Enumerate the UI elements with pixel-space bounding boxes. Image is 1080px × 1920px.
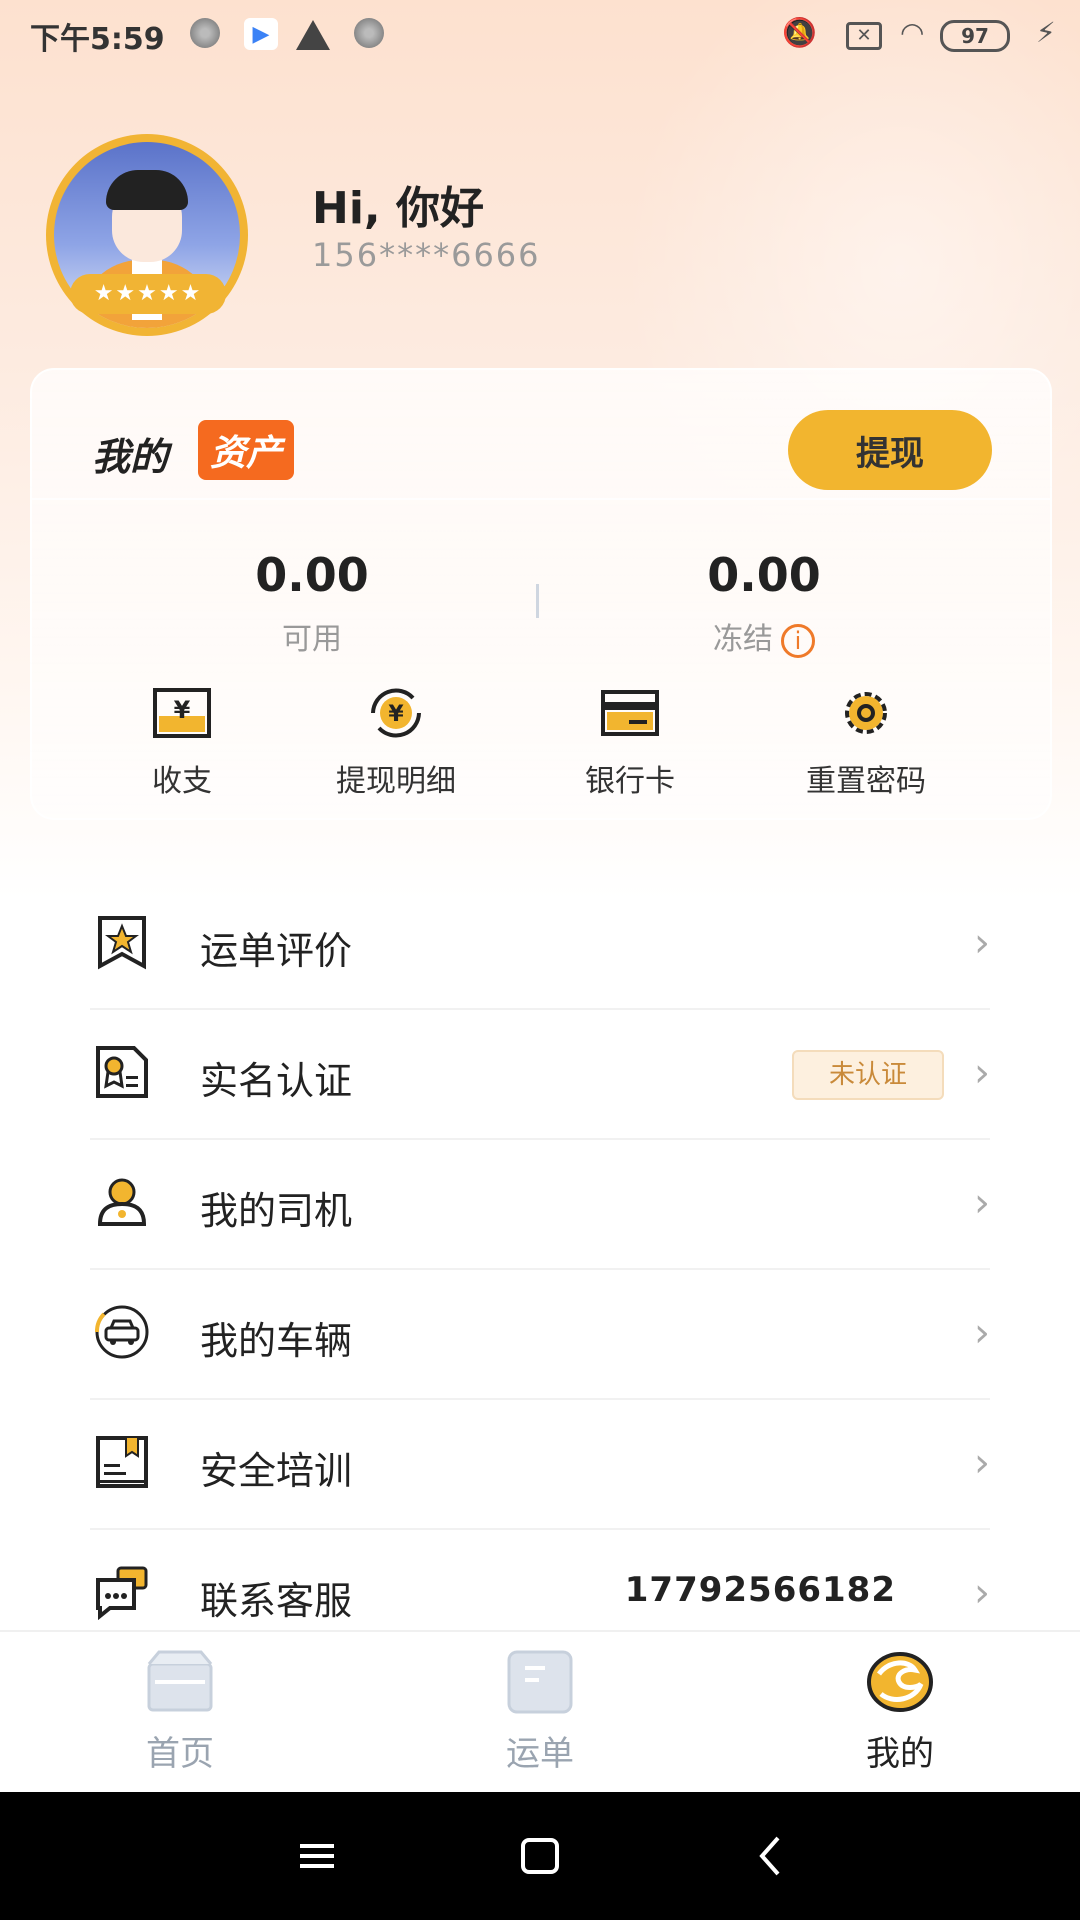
back-icon[interactable]	[752, 1828, 792, 1888]
play-store-icon: ▶	[244, 18, 278, 50]
gear-icon	[837, 688, 895, 738]
chat-icon	[94, 1564, 150, 1621]
asset-card: 我的 资产 提现 0.00 可用 0.00 冻结 i ¥ 收支 ¥ 提现明细 银行…	[30, 368, 1052, 820]
home-icon[interactable]	[520, 1828, 560, 1888]
menu-item-label: 我的司机	[200, 1189, 353, 1233]
quick-action-bank-card[interactable]: 银行卡	[530, 688, 730, 800]
service-phone[interactable]: 17792566182	[625, 1570, 896, 1610]
chevron-right-icon: ›	[974, 1050, 990, 1096]
greeting-text: Hi, 你好	[312, 183, 484, 234]
notification-dot-icon	[190, 18, 220, 48]
asset-title: 我的	[92, 435, 169, 479]
car-icon	[94, 1304, 150, 1360]
tab-mine[interactable]: 我的	[800, 1650, 1000, 1775]
quick-action-reset-password[interactable]: 重置密码	[766, 688, 966, 800]
wifi-icon: ◠	[900, 16, 925, 49]
chevron-right-icon: ›	[974, 1310, 990, 1356]
available-label: 可用	[282, 622, 342, 657]
document-icon	[505, 1650, 575, 1714]
tab-waybill[interactable]: 运单	[440, 1650, 640, 1775]
tab-home[interactable]: 首页	[80, 1650, 280, 1775]
menu-item-my-vehicles[interactable]: 我的车辆 ›	[90, 1270, 990, 1400]
withdraw-detail-icon: ¥	[367, 688, 425, 738]
menu-item-label: 联系客服	[200, 1579, 353, 1623]
chevron-right-icon: ›	[974, 920, 990, 966]
menu-item-label: 实名认证	[200, 1059, 353, 1103]
book-icon	[94, 1434, 150, 1490]
quick-action-label: 提现明细	[336, 764, 456, 799]
user-phone: 156****6666	[312, 236, 541, 274]
charging-icon: ⚡	[1036, 16, 1056, 49]
box-icon	[145, 1650, 215, 1714]
svg-text:¥: ¥	[174, 696, 191, 724]
income-expense-icon: ¥	[153, 688, 211, 738]
asset-title-badge: 资产	[198, 420, 295, 480]
available-amount: 0.00	[255, 548, 369, 602]
bottom-tab-bar: 首页 运单 我的	[0, 1630, 1080, 1794]
menu-icon[interactable]	[298, 1828, 338, 1888]
menu-item-real-name[interactable]: 实名认证 未认证 ›	[90, 1010, 990, 1140]
quick-action-withdraw-detail[interactable]: ¥ 提现明细	[296, 688, 496, 800]
chevron-right-icon: ›	[974, 1570, 990, 1616]
id-certificate-icon	[94, 1044, 150, 1100]
menu-item-label: 安全培训	[200, 1449, 353, 1493]
star-bookmark-icon	[94, 914, 150, 970]
withdraw-button[interactable]: 提现	[788, 410, 992, 490]
chevron-right-icon: ›	[974, 1180, 990, 1226]
battery-icon: 97	[940, 20, 1010, 52]
chevron-right-icon: ›	[974, 1440, 990, 1486]
system-nav-bar	[0, 1792, 1080, 1920]
menu-item-my-drivers[interactable]: 我的司机 ›	[90, 1140, 990, 1270]
frozen-amount: 0.00	[707, 548, 821, 602]
status-badge: 未认证	[792, 1050, 944, 1100]
quick-action-label: 银行卡	[585, 764, 675, 799]
settings-menu: 运单评价 › 实名认证 未认证 › 我的司机 › 我的车辆 › 安全培训 › 联…	[90, 880, 990, 1658]
amount-divider	[536, 584, 539, 618]
mute-icon: 🔕	[782, 16, 817, 49]
menu-item-waybill-review[interactable]: 运单评价 ›	[90, 880, 990, 1010]
profile-emblem-icon	[865, 1650, 935, 1714]
quick-action-income-expense[interactable]: ¥ 收支	[82, 688, 282, 800]
info-icon[interactable]: i	[781, 623, 815, 658]
frozen-label: 冻结	[713, 622, 773, 657]
svg-text:¥: ¥	[388, 702, 404, 727]
tab-label: 首页	[146, 1734, 214, 1774]
menu-item-safety-training[interactable]: 安全培训 ›	[90, 1400, 990, 1530]
tab-label: 我的	[866, 1734, 934, 1774]
bank-card-icon	[601, 688, 659, 738]
status-time: 下午5:59	[30, 22, 165, 57]
tab-label: 运单	[506, 1734, 574, 1774]
status-bar: 下午5:59 ▶ 🔕 ✕ ◠ 97 ⚡	[0, 0, 1080, 66]
quick-action-label: 重置密码	[806, 764, 926, 799]
menu-item-label: 我的车辆	[200, 1319, 353, 1363]
menu-item-label: 运单评价	[200, 929, 353, 973]
sim-off-icon: ✕	[846, 22, 882, 50]
notification-dot-icon	[354, 18, 384, 48]
quick-action-label: 收支	[152, 764, 212, 799]
frozen-label-wrap: 冻结 i	[614, 614, 914, 658]
warning-icon	[296, 20, 330, 50]
driver-icon	[94, 1174, 150, 1230]
rating-stars: ★★★★★	[70, 274, 226, 314]
